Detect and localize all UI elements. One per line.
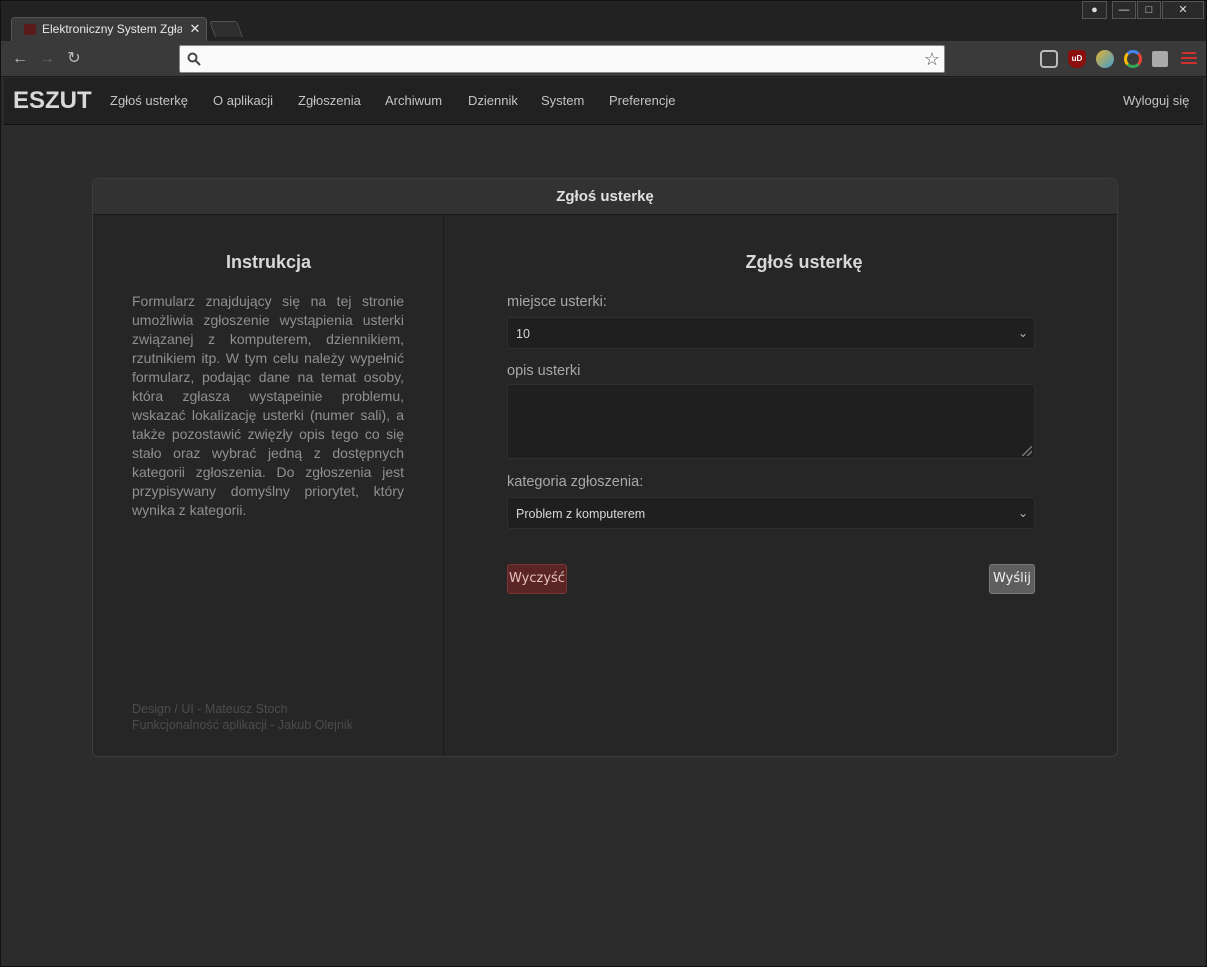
panel-title: Zgłoś usterkę — [556, 188, 654, 205]
tab-title: Elektroniczny System Zgłasz — [42, 22, 182, 36]
tab-close-icon[interactable]: ✕ — [188, 21, 202, 37]
brand-logo[interactable]: ESZUT — [13, 88, 92, 114]
extensions-icon[interactable] — [1152, 51, 1168, 67]
location-label: miejsce usterki: — [507, 294, 607, 310]
profile-icon[interactable]: ● — [1082, 1, 1107, 19]
reload-icon[interactable]: ↻ — [65, 50, 83, 68]
report-panel: Zgłoś usterkę Instrukcja Formularz znajd… — [92, 178, 1118, 757]
menu-icon[interactable] — [1181, 52, 1197, 66]
address-bar[interactable]: ☆ — [179, 45, 945, 73]
tab-strip: Elektroniczny System Zgłasz ✕ ● — □ ✕ — [1, 1, 1206, 41]
form-column: Zgłoś usterkę miejsce usterki: 10 ⌄ opis… — [445, 216, 1117, 756]
instructions-text: Formularz znajdujący się na tej stronie … — [132, 293, 404, 518]
ublock-icon[interactable]: uD — [1068, 50, 1086, 68]
star-icon[interactable]: ☆ — [922, 49, 942, 69]
nav-archive[interactable]: Archiwum — [385, 93, 442, 109]
page-content: Zgłoś usterkę Instrukcja Formularz znajd… — [4, 125, 1203, 965]
back-arrow-icon[interactable]: ← — [11, 50, 29, 68]
nav-reports[interactable]: Zgłoszenia — [298, 93, 361, 109]
nav-preferences[interactable]: Preferencje — [609, 93, 675, 109]
chevron-down-icon: ⌄ — [1017, 326, 1028, 340]
logout-link[interactable]: Wyloguj się — [1123, 93, 1189, 109]
resize-grip-icon[interactable] — [1022, 446, 1032, 456]
window-close-icon[interactable]: ✕ — [1162, 1, 1204, 19]
category-select[interactable]: Problem z komputerem ⌄ — [507, 497, 1035, 529]
nav-report-fault[interactable]: Zgłoś usterkę — [110, 93, 188, 109]
description-textarea[interactable] — [507, 384, 1035, 459]
browser-window: Elektroniczny System Zgłasz ✕ ● — □ ✕ ← … — [0, 0, 1207, 967]
clear-button[interactable]: Wyczyść — [507, 564, 567, 594]
favicon-icon — [24, 24, 36, 35]
maximize-icon[interactable]: □ — [1137, 1, 1161, 19]
instructions-column: Instrukcja Formularz znajdujący się na t… — [93, 216, 444, 756]
instructions-title: Instrukcja — [225, 252, 312, 272]
app-navbar: ESZUT Zgłoś usterkę O aplikacji Zgłoszen… — [4, 78, 1203, 125]
form-title: Zgłoś usterkę — [745, 252, 863, 272]
credit-design: Design / UI - Mateusz Stoch — [132, 702, 288, 716]
category-label: kategoria zgłoszenia: — [507, 474, 644, 490]
description-label: opis usterki — [507, 363, 581, 379]
send-button[interactable]: Wyślij — [989, 564, 1035, 594]
nav-about[interactable]: O aplikacji — [213, 93, 273, 109]
new-tab-button[interactable] — [209, 21, 243, 37]
location-select[interactable]: 10 ⌄ — [507, 317, 1035, 349]
search-icon — [187, 52, 201, 66]
pocket-icon[interactable] — [1040, 50, 1058, 68]
address-input[interactable] — [208, 50, 908, 68]
google-icon[interactable] — [1124, 50, 1142, 68]
location-select-value: 10 — [516, 327, 530, 341]
browser-toolbar: ← → ↻ ☆ uD — [1, 41, 1206, 77]
chevron-down-icon: ⌄ — [1017, 506, 1028, 520]
minimize-icon[interactable]: — — [1112, 1, 1136, 19]
color-extension-icon[interactable] — [1096, 50, 1114, 68]
browser-tab[interactable]: Elektroniczny System Zgłasz ✕ — [11, 17, 207, 41]
category-select-value: Problem z komputerem — [516, 507, 646, 521]
nav-system[interactable]: System — [541, 93, 584, 109]
nav-log[interactable]: Dziennik — [468, 93, 518, 109]
credit-functionality: Funkcjonalność aplikacji - Jakub Olejnik — [132, 718, 353, 732]
panel-header: Zgłoś usterkę — [93, 179, 1117, 215]
forward-arrow-icon[interactable]: → — [38, 50, 56, 68]
